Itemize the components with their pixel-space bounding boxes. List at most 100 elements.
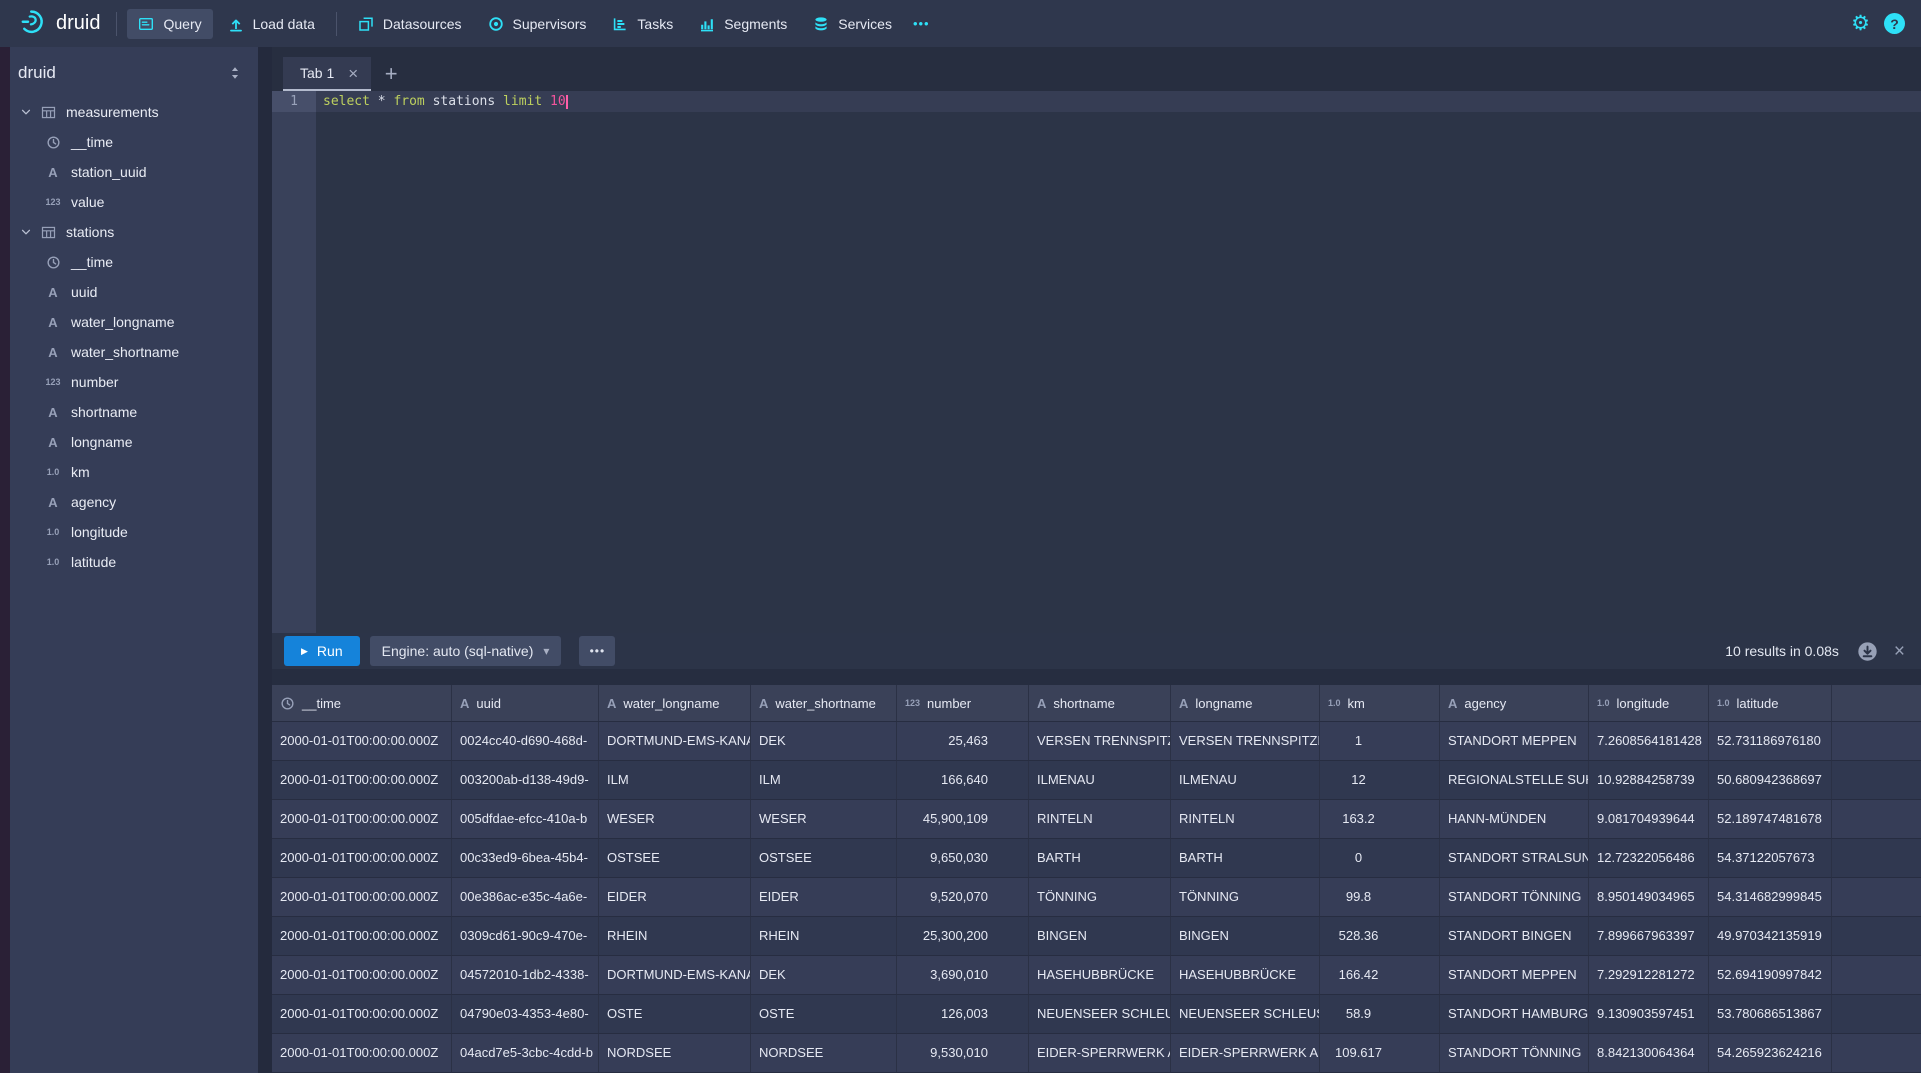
sql-editor[interactable]: 1 select * from stations limit 10 [272,91,1921,633]
nav-item-tasks[interactable]: Tasks [601,9,684,39]
cell-agency[interactable]: STANDORT MEPPEN [1440,956,1589,995]
column-header-shortname[interactable]: Ashortname [1029,685,1171,721]
tree-item-number[interactable]: 123number [10,367,258,397]
cell-water_longname[interactable]: NORDSEE [599,1034,751,1073]
tree-item-latitude[interactable]: 1.0latitude [10,547,258,577]
cell-__time[interactable]: 2000-01-01T00:00:00.000Z [272,800,452,839]
cell-water_shortname[interactable]: DEK [751,722,897,761]
druid-logo[interactable]: druid [14,8,106,40]
tree-item-water_shortname[interactable]: Awater_shortname [10,337,258,367]
cell-latitude[interactable]: 54.37122057673 [1709,839,1832,878]
cell-km[interactable]: 12 [1320,761,1440,800]
cell-agency[interactable]: STANDORT MEPPEN [1440,722,1589,761]
nav-more-button[interactable]: ••• [903,9,940,38]
tab-1[interactable]: Tab 1 × [283,57,371,91]
cell-longname[interactable]: NEUENSEER SCHLEUSE [1171,995,1320,1034]
cell-km[interactable]: 166.42 [1320,956,1440,995]
cell-shortname[interactable]: BARTH [1029,839,1171,878]
cell-longname[interactable]: BARTH [1171,839,1320,878]
cell-water_shortname[interactable]: ILM [751,761,897,800]
cell-uuid[interactable]: 0024cc40-d690-468d- [452,722,599,761]
cell-water_longname[interactable]: RHEIN [599,917,751,956]
cell-water_shortname[interactable]: OSTE [751,995,897,1034]
cell-water_shortname[interactable]: EIDER [751,878,897,917]
cell-km[interactable]: 163.2 [1320,800,1440,839]
cell-uuid[interactable]: 005dfdae-efcc-410a-b [452,800,599,839]
tree-item-water_longname[interactable]: Awater_longname [10,307,258,337]
cell-water_longname[interactable]: EIDER [599,878,751,917]
cell-agency[interactable]: STANDORT BINGEN [1440,917,1589,956]
cell-number[interactable]: 45,900,109 [897,800,1029,839]
nav-item-segments[interactable]: Segments [688,9,798,39]
cell-number[interactable]: 9,520,070 [897,878,1029,917]
cell-longitude[interactable]: 7.292912281272 [1589,956,1709,995]
cell-longitude[interactable]: 8.842130064364 [1589,1034,1709,1073]
tree-item-longname[interactable]: Alongname [10,427,258,457]
nav-item-load-data[interactable]: Load data [217,9,326,39]
column-header-water_longname[interactable]: Awater_longname [599,685,751,721]
cell-shortname[interactable]: TÖNNING [1029,878,1171,917]
cell-uuid[interactable]: 04572010-1db2-4338- [452,956,599,995]
cell-longname[interactable]: EIDER-SPERRWERK AP [1171,1034,1320,1073]
cell-km[interactable]: 109.617 [1320,1034,1440,1073]
cell-number[interactable]: 3,690,010 [897,956,1029,995]
cell-uuid[interactable]: 00c33ed9-6bea-45b4- [452,839,599,878]
sort-icon[interactable] [228,66,242,80]
tree-item-km[interactable]: 1.0km [10,457,258,487]
cell-km[interactable]: 528.36 [1320,917,1440,956]
column-header-uuid[interactable]: Auuid [452,685,599,721]
cell-__time[interactable]: 2000-01-01T00:00:00.000Z [272,878,452,917]
column-header-km[interactable]: 1.0km [1320,685,1440,721]
cell-shortname[interactable]: NEUENSEER SCHLEUSE [1029,995,1171,1034]
cell-longitude[interactable]: 9.130903597451 [1589,995,1709,1034]
cell-km[interactable]: 0 [1320,839,1440,878]
cell-longitude[interactable]: 7.899667963397 [1589,917,1709,956]
cell-latitude[interactable]: 52.731186976180 [1709,722,1832,761]
cell-agency[interactable]: REGIONALSTELLE SUHL [1440,761,1589,800]
nav-item-datasources[interactable]: Datasources [347,9,473,39]
cell-longname[interactable]: HASEHUBBRÜCKE [1171,956,1320,995]
cell-water_longname[interactable]: OSTE [599,995,751,1034]
tree-item-uuid[interactable]: Auuid [10,277,258,307]
cell-km[interactable]: 58.9 [1320,995,1440,1034]
nav-item-query[interactable]: Query [127,9,212,39]
column-header-latitude[interactable]: 1.0latitude [1709,685,1832,721]
cell-longname[interactable]: RINTELN [1171,800,1320,839]
cell-__time[interactable]: 2000-01-01T00:00:00.000Z [272,761,452,800]
editor-code-area[interactable]: select * from stations limit 10 [316,91,1921,633]
column-header-water_shortname[interactable]: Awater_shortname [751,685,897,721]
tree-item-measurements[interactable]: measurements [10,97,258,127]
column-header-number[interactable]: 123number [897,685,1029,721]
cell-latitude[interactable]: 54.265923624216 [1709,1034,1832,1073]
new-tab-button[interactable]: + [371,57,411,91]
cell-__time[interactable]: 2000-01-01T00:00:00.000Z [272,995,452,1034]
cell-latitude[interactable]: 49.970342135919 [1709,917,1832,956]
cell-km[interactable]: 99.8 [1320,878,1440,917]
tree-item-agency[interactable]: Aagency [10,487,258,517]
cell-agency[interactable]: STANDORT HAMBURG [1440,995,1589,1034]
cell-km[interactable]: 1 [1320,722,1440,761]
column-header-agency[interactable]: Aagency [1440,685,1589,721]
cell-water_longname[interactable]: DORTMUND-EMS-KANAL [599,722,751,761]
tree-item-stations[interactable]: stations [10,217,258,247]
cell-longname[interactable]: TÖNNING [1171,878,1320,917]
cell-number[interactable]: 126,003 [897,995,1029,1034]
column-header-longitude[interactable]: 1.0longitude [1589,685,1709,721]
cell-shortname[interactable]: BINGEN [1029,917,1171,956]
cell-latitude[interactable]: 54.314682999845 [1709,878,1832,917]
tree-item-longitude[interactable]: 1.0longitude [10,517,258,547]
tab-close-icon[interactable]: × [348,65,358,82]
cell-water_shortname[interactable]: OSTSEE [751,839,897,878]
cell-__time[interactable]: 2000-01-01T00:00:00.000Z [272,917,452,956]
cell-__time[interactable]: 2000-01-01T00:00:00.000Z [272,722,452,761]
cell-uuid[interactable]: 04acd7e5-3cbc-4cdd-b [452,1034,599,1073]
cell-latitude[interactable]: 52.189747481678 [1709,800,1832,839]
cell-__time[interactable]: 2000-01-01T00:00:00.000Z [272,956,452,995]
cell-uuid[interactable]: 0309cd61-90c9-470e- [452,917,599,956]
tree-item-value[interactable]: 123value [10,187,258,217]
cell-longname[interactable]: BINGEN [1171,917,1320,956]
cell-longitude[interactable]: 12.72322056486 [1589,839,1709,878]
cell-agency[interactable]: STANDORT STRALSUND [1440,839,1589,878]
cell-agency[interactable]: HANN-MÜNDEN [1440,800,1589,839]
cell-__time[interactable]: 2000-01-01T00:00:00.000Z [272,1034,452,1073]
